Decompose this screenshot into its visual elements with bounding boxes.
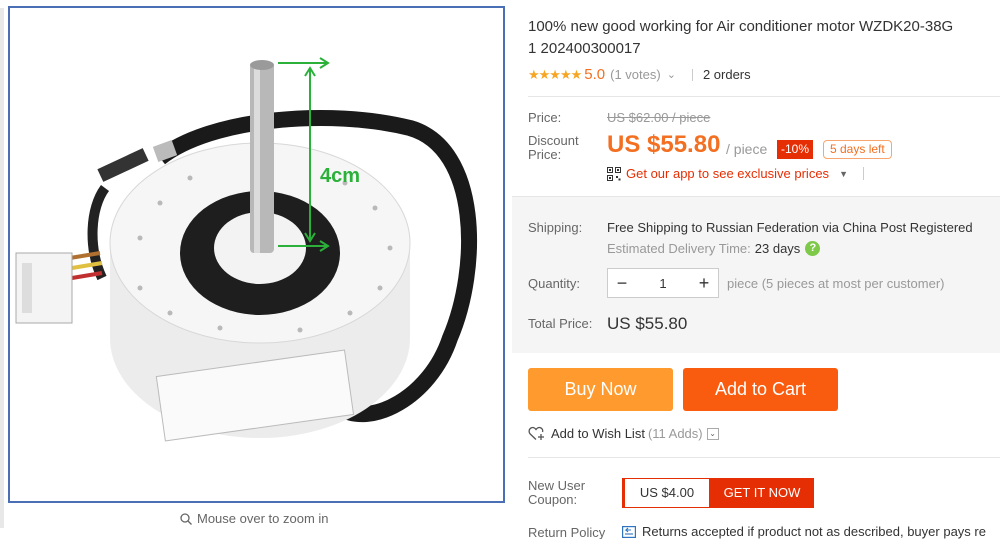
rating-row: ★★★★★ 5.0 (1 votes) ⌄ 2 orders xyxy=(528,66,751,83)
delivery-estimate-label: Estimated Delivery Time: xyxy=(607,241,751,256)
product-main-image[interactable]: 4cm xyxy=(8,6,505,503)
product-title: 100% new good working for Air conditione… xyxy=(528,16,1000,60)
divider xyxy=(691,68,693,81)
product-details: 100% new good working for Air conditione… xyxy=(512,0,1000,539)
zoom-hint-text: Mouse over to zoom in xyxy=(197,511,329,526)
rating-stars: ★★★★★ xyxy=(528,66,582,82)
decrease-quantity-button[interactable]: − xyxy=(608,269,636,297)
divider xyxy=(862,167,864,180)
shipping-label: Shipping: xyxy=(528,220,583,235)
discount-price-label-2: Price: xyxy=(528,147,562,162)
coupon-label-1: New User xyxy=(528,478,586,493)
help-icon[interactable]: ? xyxy=(805,241,821,256)
discount-badge: -10% xyxy=(777,140,814,159)
increase-quantity-button[interactable]: + xyxy=(690,269,718,297)
chevron-down-icon[interactable]: ⌄ xyxy=(706,427,719,440)
heart-plus-icon xyxy=(528,426,544,440)
days-left-badge: 5 days left xyxy=(823,140,892,159)
delivery-days: 23 days xyxy=(754,241,801,256)
votes-link[interactable]: (1 votes) xyxy=(610,67,661,82)
delivery-estimate: Estimated Delivery Time: 23 days ? xyxy=(607,241,821,256)
discount-price: US $55.80 xyxy=(607,131,721,158)
buy-now-button[interactable]: Buy Now xyxy=(528,368,673,411)
thumbnail-strip-edge xyxy=(0,8,4,528)
coupon-label-2: Coupon: xyxy=(528,492,578,507)
chevron-down-icon[interactable]: ⌄ xyxy=(667,68,676,81)
add-to-cart-button[interactable]: Add to Cart xyxy=(683,368,838,411)
divider xyxy=(528,96,1000,97)
magnifier-icon xyxy=(180,512,192,525)
return-policy: Returns accepted if product not as descr… xyxy=(622,524,986,539)
qr-code-icon xyxy=(607,166,621,181)
quantity-input[interactable] xyxy=(636,275,690,291)
discount-price-label-1: Discount xyxy=(528,133,579,148)
original-price: US $62.00 / piece xyxy=(607,110,711,125)
add-to-wishlist-link[interactable]: Add to Wish List (11 Adds) ⌄ xyxy=(528,426,719,441)
per-piece-unit: / piece xyxy=(726,141,768,157)
new-user-coupon: US $4.00 GET IT NOW xyxy=(622,478,814,508)
quantity-label: Quantity: xyxy=(528,276,581,291)
total-price-label: Total Price: xyxy=(528,316,593,331)
wishlist-text: Add to Wish List xyxy=(551,426,645,441)
total-price: US $55.80 xyxy=(607,314,688,333)
return-policy-text: Returns accepted if product not as descr… xyxy=(642,524,986,539)
rating-value: 5.0 xyxy=(584,66,606,83)
divider xyxy=(528,457,1000,458)
dimension-label: 4cm xyxy=(320,165,360,187)
app-promo-text: Get our app to see exclusive prices xyxy=(626,166,830,181)
orders-count: 2 orders xyxy=(702,67,751,82)
zoom-hint: Mouse over to zoom in xyxy=(180,511,329,526)
price-label: Price: xyxy=(528,110,562,125)
product-title-line-2: 1 202400300017 xyxy=(528,40,641,57)
app-promo-link[interactable]: Get our app to see exclusive prices ▼ xyxy=(607,166,864,181)
coupon-amount: US $4.00 xyxy=(622,478,710,508)
motor-photo: 4cm xyxy=(10,8,503,501)
return-policy-label: Return Policy xyxy=(528,525,606,539)
quantity-hint: piece (5 pieces at most per customer) xyxy=(727,276,945,291)
quantity-stepper: − + xyxy=(607,268,719,298)
shipping-method[interactable]: Free Shipping to Russian Federation via … xyxy=(607,220,973,235)
return-icon xyxy=(622,525,636,538)
get-coupon-button[interactable]: GET IT NOW xyxy=(710,478,814,508)
product-title-line-1: 100% new good working for Air conditione… xyxy=(528,18,954,35)
caret-down-icon: ▼ xyxy=(839,168,848,179)
wishlist-count: (11 Adds) xyxy=(647,426,703,441)
